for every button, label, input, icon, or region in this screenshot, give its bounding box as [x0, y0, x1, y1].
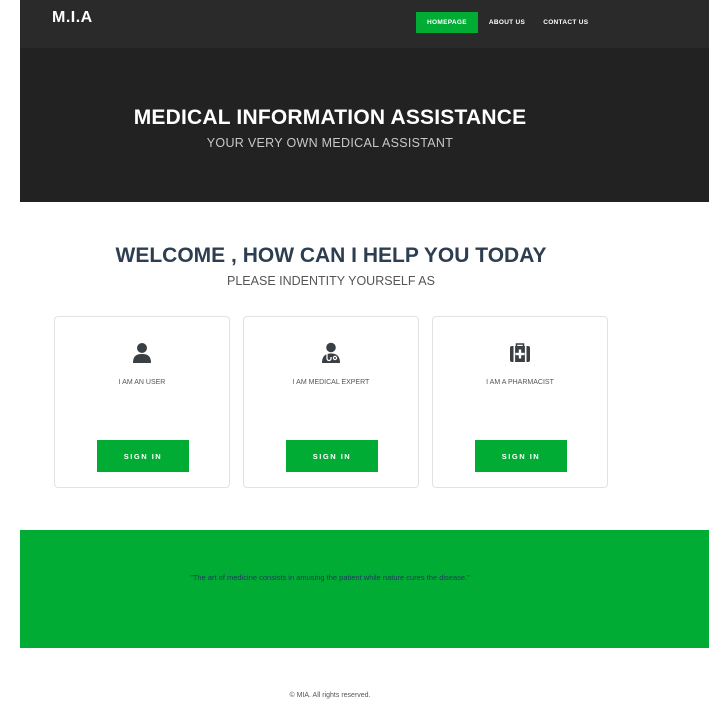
card-medical-expert: I AM MEDICAL EXPERT SIGN IN [243, 316, 419, 488]
card-medical-expert-label: I AM MEDICAL EXPERT [292, 379, 370, 386]
welcome-title: WELCOME , HOW CAN I HELP YOU TODAY [115, 244, 547, 267]
card-pharmacist: I AM A PHARMACIST SIGN IN [432, 316, 608, 488]
page: M.I.A HOMEPAGE ABOUT US CONTACT US MEDIC… [0, 0, 728, 727]
quote-text: "The art of medicine consists in amusing… [190, 573, 470, 582]
medkit-icon [433, 342, 607, 364]
card-pharmacist-label: I AM A PHARMACIST [486, 379, 554, 386]
medical-expert-sign-in-button[interactable]: SIGN IN [286, 440, 378, 472]
card-user-label: I AM AN USER [118, 379, 166, 386]
user-sign-in-button[interactable]: SIGN IN [97, 440, 189, 472]
doctor-icon [244, 342, 418, 364]
brand-logo[interactable]: M.I.A [52, 9, 93, 27]
hero-subtitle: YOUR VERY OWN MEDICAL ASSISTANT [206, 136, 454, 150]
nav-item-homepage[interactable]: HOMEPAGE [416, 12, 478, 33]
user-icon [55, 342, 229, 364]
quote-band: "The art of medicine consists in amusing… [20, 530, 709, 648]
welcome-subtitle: PLEASE INDENTITY YOURSELF AS [227, 274, 435, 288]
card-user: I AM AN USER SIGN IN [54, 316, 230, 488]
footer-copyright: © MIA. All rights reserved. [289, 692, 371, 699]
pharmacist-sign-in-button[interactable]: SIGN IN [475, 440, 567, 472]
navbar: M.I.A HOMEPAGE ABOUT US CONTACT US [20, 0, 709, 48]
nav-menu: HOMEPAGE ABOUT US CONTACT US [416, 12, 597, 33]
nav-item-contact-us[interactable]: CONTACT US [534, 12, 597, 33]
nav-item-about-us[interactable]: ABOUT US [480, 12, 534, 33]
hero-title: MEDICAL INFORMATION ASSISTANCE [133, 106, 527, 129]
hero-banner: MEDICAL INFORMATION ASSISTANCE YOUR VERY… [20, 48, 709, 202]
